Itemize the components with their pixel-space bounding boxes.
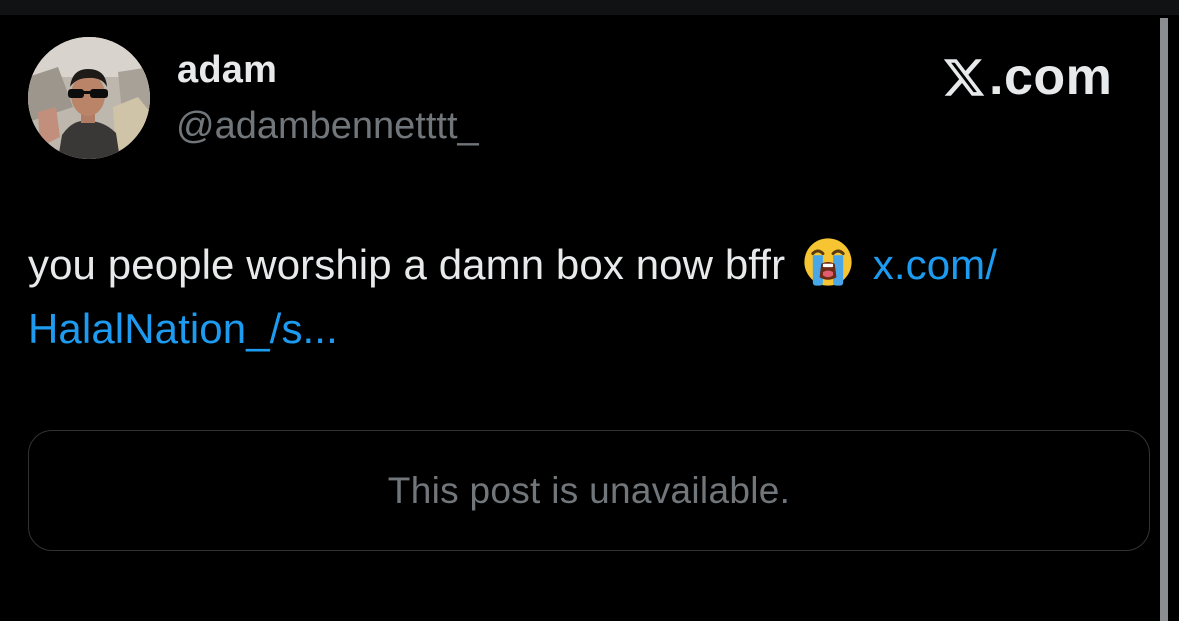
- avatar[interactable]: [28, 37, 150, 159]
- scrollbar[interactable]: [1160, 18, 1168, 621]
- loudly-crying-face-icon: [804, 238, 852, 286]
- unavailable-message: This post is unavailable.: [387, 469, 791, 511]
- author-handle[interactable]: @adambennetttt_: [176, 107, 479, 145]
- top-edge-bar: [0, 0, 1179, 15]
- brand-domain-text: .com: [989, 48, 1113, 106]
- author-display-name[interactable]: adam: [177, 51, 277, 89]
- x-logo-icon: [943, 58, 985, 96]
- tweet-text: you people worship a damn box now bffr: [28, 241, 786, 288]
- x-brand-watermark: .com: [940, 48, 1113, 106]
- quoted-post-card[interactable]: This post is unavailable.: [28, 430, 1150, 551]
- tweet-body: you people worship a damn box now bffr x…: [28, 233, 1148, 361]
- tweet-link-part-2: HalalNation_/s...: [28, 305, 338, 352]
- avatar-photo-icon: [28, 37, 150, 159]
- tweet-link-part-1: x.com/: [872, 241, 998, 288]
